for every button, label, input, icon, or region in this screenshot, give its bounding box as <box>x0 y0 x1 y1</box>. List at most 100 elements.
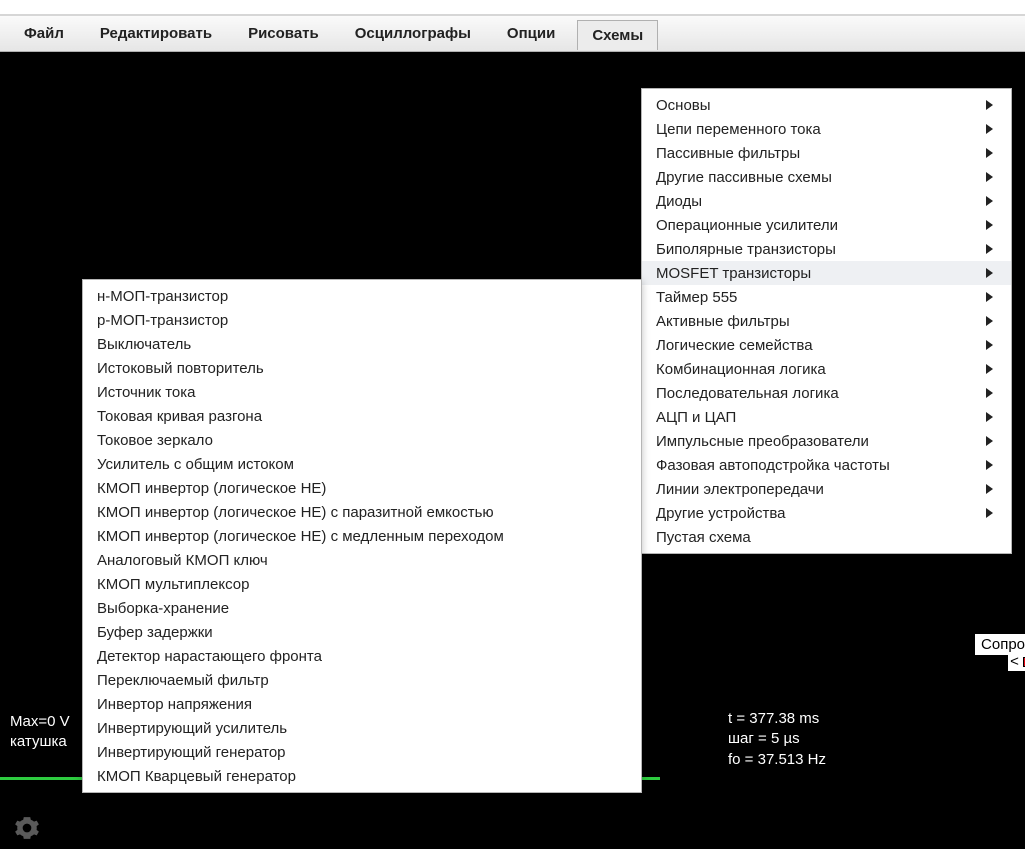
schemes-item[interactable]: Последовательная логика <box>642 381 1011 405</box>
submenu-arrow-icon <box>985 507 995 519</box>
workspace: Max=0 V катушка t = 377.38 ms шаг = 5 µs… <box>0 52 1025 849</box>
schemes-item[interactable]: АЦП и ЦАП <box>642 405 1011 429</box>
submenu-arrow-icon <box>985 291 995 303</box>
menu-схемы[interactable]: Схемы <box>577 20 658 50</box>
schemes-item[interactable]: Импульсные преобразователи <box>642 429 1011 453</box>
schemes-item-label: Фазовая автоподстройка частоты <box>656 457 890 474</box>
schemes-item[interactable]: MOSFET транзисторы <box>642 261 1011 285</box>
schemes-item[interactable]: Другие пассивные схемы <box>642 165 1011 189</box>
mosfet-item-label: Выборка-хранение <box>97 600 229 617</box>
mosfet-item-label: КМОП инвертор (логическое НЕ) с паразитн… <box>97 504 494 521</box>
mosfet-item-label: КМОП мультиплексор <box>97 576 249 593</box>
mosfet-item[interactable]: Инвертор напряжения <box>83 692 641 716</box>
schemes-item[interactable]: Пассивные фильтры <box>642 141 1011 165</box>
mosfet-item[interactable]: Аналоговый КМОП ключ <box>83 548 641 572</box>
mosfet-item[interactable]: Инвертирующий генератор <box>83 740 641 764</box>
side-legend: < <box>1008 652 1025 671</box>
mosfet-item-label: Выключатель <box>97 336 191 353</box>
mosfet-item[interactable]: КМОП мультиплексор <box>83 572 641 596</box>
status-max: Max=0 V <box>10 712 70 732</box>
mosfet-submenu: н-МОП-транзистор p-МОП-транзистор Выключат… <box>82 279 642 793</box>
mosfet-item-label: Буфер задержки <box>97 624 213 641</box>
schemes-item-label: MOSFET транзисторы <box>656 265 811 282</box>
gear-icon[interactable] <box>12 813 42 843</box>
schemes-item-label: Другие пассивные схемы <box>656 169 832 186</box>
mosfet-item[interactable]: н-МОП-транзистор <box>83 284 641 308</box>
schemes-item[interactable]: Активные фильтры <box>642 309 1011 333</box>
submenu-arrow-icon <box>985 411 995 423</box>
submenu-arrow-icon <box>985 459 995 471</box>
menubar: Файл Редактировать Рисовать Осциллографы Опц… <box>0 16 1025 52</box>
menu-опции[interactable]: Опции <box>493 19 569 48</box>
schemes-item[interactable]: Цепи переменного тока <box>642 117 1011 141</box>
mosfet-item[interactable]: Источник тока <box>83 380 641 404</box>
schemes-item[interactable]: Другие устройства <box>642 501 1011 525</box>
mosfet-item-label: Аналоговый КМОП ключ <box>97 552 268 569</box>
mosfet-item-label: Токовая кривая разгона <box>97 408 262 425</box>
mosfet-item-label: КМОП инвертор (логическое НЕ) с медленны… <box>97 528 504 545</box>
menu-редактировать[interactable]: Редактировать <box>86 19 226 48</box>
schemes-item-label: Импульсные преобразователи <box>656 433 869 450</box>
mosfet-item[interactable]: КМОП инвертор (логическое НЕ) с паразитн… <box>83 500 641 524</box>
mosfet-item-label: Инвертирующий усилитель <box>97 720 287 737</box>
mosfet-item[interactable]: p-МОП-транзистор <box>83 308 641 332</box>
status-step: шаг = 5 µs <box>728 729 826 749</box>
schemes-item[interactable]: Основы <box>642 93 1011 117</box>
submenu-arrow-icon <box>985 363 995 375</box>
schemes-item-label: АЦП и ЦАП <box>656 409 736 426</box>
schemes-item-label: Пассивные фильтры <box>656 145 800 162</box>
mosfet-item-label: Детектор нарастающего фронта <box>97 648 322 665</box>
schemes-item[interactable]: Биполярные транзисторы <box>642 237 1011 261</box>
menu-осциллографы[interactable]: Осциллографы <box>341 19 485 48</box>
mosfet-item[interactable]: Токовая кривая разгона <box>83 404 641 428</box>
status-freq: fo = 37.513 Hz <box>728 750 826 770</box>
mosfet-item-label: КМОП инвертор (логическое НЕ) <box>97 480 326 497</box>
mosfet-item-label: Истоковый повторитель <box>97 360 264 377</box>
mosfet-item-label: Инвертирующий генератор <box>97 744 286 761</box>
mosfet-item[interactable]: КМОП Кварцевый генератор <box>83 764 641 788</box>
schemes-item[interactable]: Операционные усилители <box>642 213 1011 237</box>
menu-файл[interactable]: Файл <box>10 19 78 48</box>
schemes-item-label: Биполярные транзисторы <box>656 241 836 258</box>
schemes-item[interactable]: Логические семейства <box>642 333 1011 357</box>
menu-рисовать[interactable]: Рисовать <box>234 19 333 48</box>
mosfet-item-label: КМОП Кварцевый генератор <box>97 768 296 785</box>
schemes-item-label: Цепи переменного тока <box>656 121 821 138</box>
mosfet-item[interactable]: Усилитель с общим истоком <box>83 452 641 476</box>
mosfet-item[interactable]: Детектор нарастающего фронта <box>83 644 641 668</box>
mosfet-item[interactable]: Инвертирующий усилитель <box>83 716 641 740</box>
schemes-item[interactable]: Диоды <box>642 189 1011 213</box>
mosfet-item[interactable]: Токовое зеркало <box>83 428 641 452</box>
schemes-item-label: Операционные усилители <box>656 217 838 234</box>
schemes-item-label: Другие устройства <box>656 505 785 522</box>
schemes-item[interactable]: Фазовая автоподстройка частоты <box>642 453 1011 477</box>
mosfet-item-label: н-МОП-транзистор <box>97 288 228 305</box>
mosfet-item[interactable]: Переключаемый фильтр <box>83 668 641 692</box>
mosfet-item-label: Источник тока <box>97 384 195 401</box>
schemes-item[interactable]: Комбинационная логика <box>642 357 1011 381</box>
mosfet-item[interactable]: КМОП инвертор (логическое НЕ) <box>83 476 641 500</box>
submenu-arrow-icon <box>985 267 995 279</box>
submenu-arrow-icon <box>985 387 995 399</box>
mosfet-item[interactable]: Буфер задержки <box>83 620 641 644</box>
schemes-item[interactable]: Таймер 555 <box>642 285 1011 309</box>
submenu-arrow-icon <box>985 195 995 207</box>
schemes-item[interactable]: Пустая схема <box>642 525 1011 549</box>
schemes-item-label: Таймер 555 <box>656 289 737 306</box>
mosfet-item[interactable]: Истоковый повторитель <box>83 356 641 380</box>
submenu-arrow-icon <box>985 171 995 183</box>
mosfet-item[interactable]: КМОП инвертор (логическое НЕ) с медленны… <box>83 524 641 548</box>
submenu-arrow-icon <box>985 435 995 447</box>
submenu-arrow-icon <box>985 219 995 231</box>
submenu-arrow-icon <box>985 483 995 495</box>
mosfet-item[interactable]: Выключатель <box>83 332 641 356</box>
schemes-item-label: Линии электропередачи <box>656 481 824 498</box>
schemes-item-label: Комбинационная логика <box>656 361 826 378</box>
status-coil: катушка <box>10 732 70 752</box>
mosfet-item-label: Усилитель с общим истоком <box>97 456 294 473</box>
mosfet-item[interactable]: Выборка-хранение <box>83 596 641 620</box>
schemes-item-label: Диоды <box>656 193 702 210</box>
submenu-arrow-icon <box>985 243 995 255</box>
mosfet-item-label: Переключаемый фильтр <box>97 672 269 689</box>
schemes-item[interactable]: Линии электропередачи <box>642 477 1011 501</box>
